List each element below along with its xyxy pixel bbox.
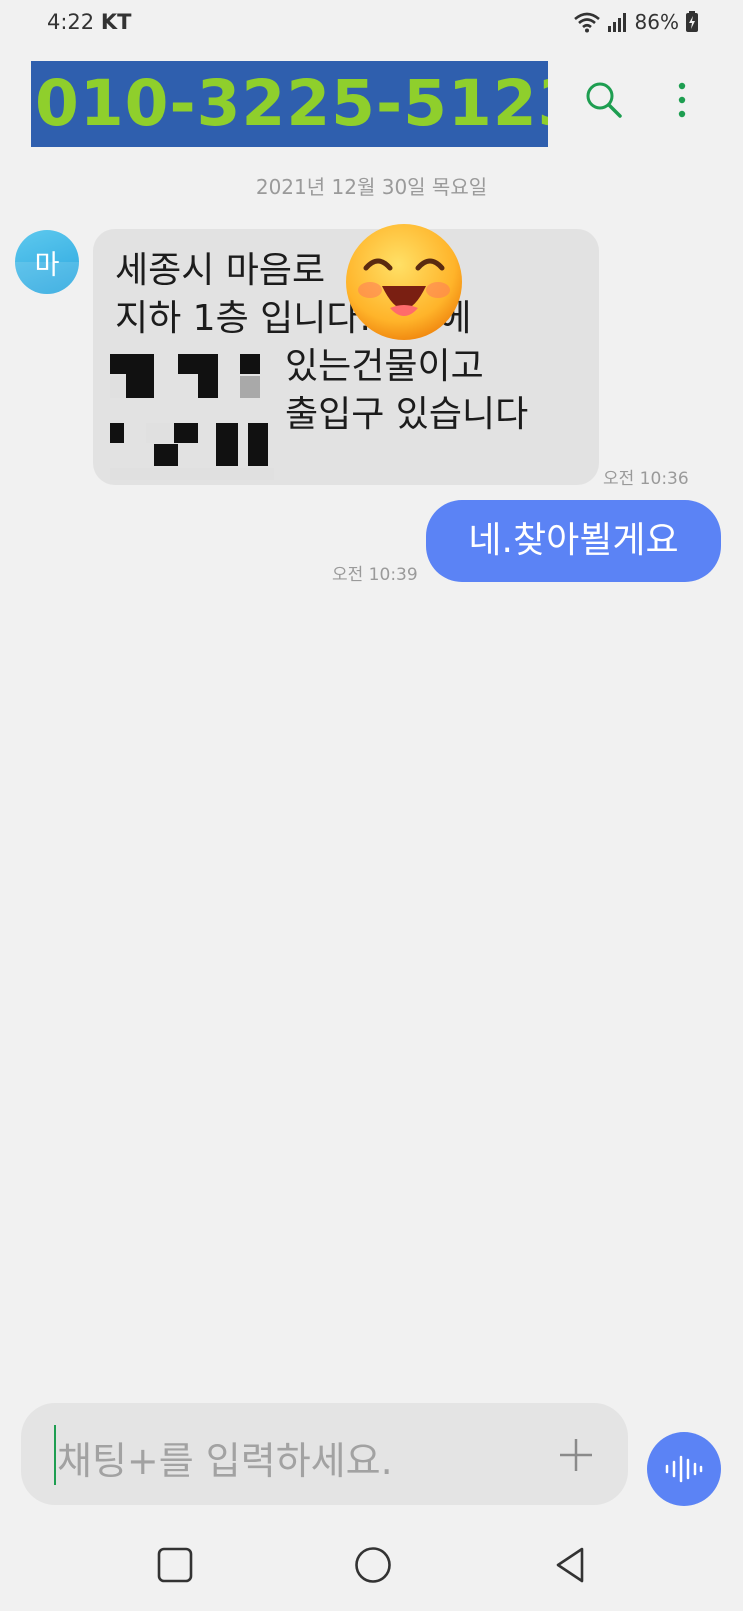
- redaction-block: [240, 376, 260, 398]
- redaction-block: [126, 354, 154, 398]
- recents-icon: [157, 1547, 193, 1583]
- more-vert-icon: [678, 82, 686, 118]
- battery-percent: 86%: [634, 10, 679, 34]
- redaction-block: [240, 354, 260, 374]
- redaction-block: [110, 423, 124, 443]
- avatar-letter: 마: [34, 249, 60, 281]
- input-placeholder: 채팅+를 입력하세요.: [57, 1439, 393, 1483]
- status-icons: 86%: [573, 10, 699, 34]
- redaction-block: [110, 376, 126, 398]
- message-input[interactable]: 채팅+를 입력하세요.: [21, 1403, 628, 1505]
- redaction-block: [248, 423, 268, 466]
- plus-icon[interactable]: [556, 1435, 596, 1475]
- status-bar: 4:22 KT 86%: [0, 0, 743, 48]
- back-button[interactable]: [545, 1540, 595, 1590]
- outgoing-message-bubble[interactable]: 네.찾아뵐게요: [426, 500, 721, 582]
- smiling-emoji-icon: [346, 224, 462, 340]
- redaction-block: [110, 468, 274, 480]
- search-button[interactable]: [576, 72, 632, 128]
- home-button[interactable]: [348, 1540, 398, 1590]
- redaction-block: [216, 423, 238, 466]
- recents-button[interactable]: [150, 1540, 200, 1590]
- home-icon: [355, 1547, 391, 1583]
- clock: 4:22: [47, 10, 95, 34]
- contact-phone-number: 010-3225-5123: [31, 61, 548, 147]
- redaction-block: [174, 423, 198, 443]
- system-nav-bar: [0, 1520, 743, 1611]
- redaction-block: [154, 444, 178, 466]
- outgoing-timestamp: 오전 10:39: [332, 565, 418, 585]
- carrier: KT: [100, 10, 132, 34]
- avatar[interactable]: 마: [15, 230, 79, 294]
- status-time: 4:22 KT: [47, 10, 131, 34]
- back-icon: [556, 1547, 584, 1583]
- voice-input-button[interactable]: [647, 1432, 721, 1506]
- redaction-block: [146, 423, 170, 443]
- conversation-header: 010-3225-5123: [0, 56, 743, 148]
- battery-charging-icon: [686, 11, 698, 32]
- voice-waveform-icon: [665, 1455, 703, 1483]
- text-cursor: [54, 1425, 56, 1485]
- incoming-timestamp: 오전 10:36: [603, 469, 689, 489]
- wifi-icon: [573, 12, 600, 33]
- redaction-block: [198, 354, 218, 398]
- search-icon: [586, 82, 622, 118]
- date-separator: 2021년 12월 30일 목요일: [255, 175, 488, 199]
- more-options-button[interactable]: [654, 72, 710, 128]
- signal-icon: [607, 13, 626, 32]
